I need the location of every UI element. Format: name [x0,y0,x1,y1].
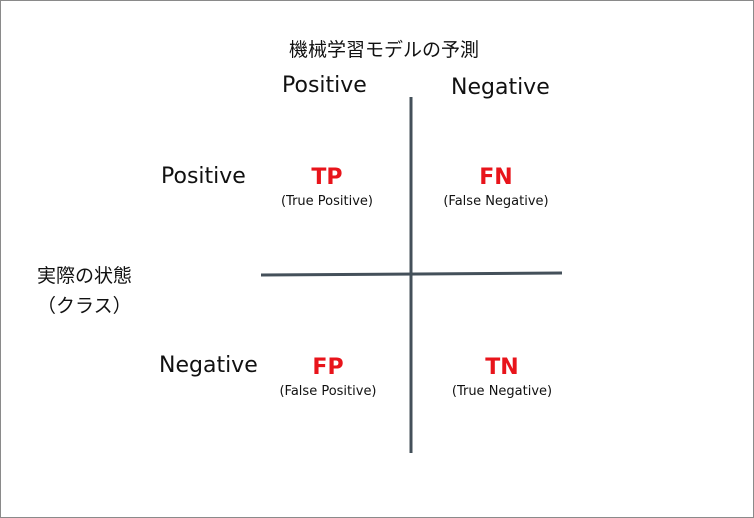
cell-true-negative: TN (True Negative) [422,355,582,401]
cell-tn-full: (True Negative) [451,384,553,399]
actual-negative-label: Negative [159,353,258,378]
cell-false-negative: FN (False Negative) [416,165,576,211]
diagram-title: 機械学習モデルの予測 [289,39,480,61]
cell-tn-abbr: TN [485,355,519,380]
cell-tp-full: (True Positive) [280,194,373,209]
predicted-negative-label: Negative [451,75,550,100]
horizontal-axis-line [260,271,563,277]
actual-state-label-line1: 実際の状態 [37,265,133,287]
cell-fn-full: (False Negative) [443,194,549,209]
cell-false-positive: FP (False Positive) [248,355,408,401]
actual-state-label: 実際の状態 （クラス） [37,261,132,321]
cell-fn-abbr: FN [479,165,513,190]
actual-positive-label: Positive [161,164,246,189]
cell-true-positive: TP (True Positive) [247,165,407,211]
actual-state-label-line2: （クラス） [37,295,132,317]
cell-fp-full: (False Positive) [279,384,377,399]
cell-tp-abbr: TP [311,165,343,190]
diagram-canvas: 機械学習モデルの予測 Positive Negative 実際の状態 （クラス）… [0,0,754,518]
predicted-positive-label: Positive [282,73,367,98]
quadrant-axes [260,97,563,453]
cell-fp-abbr: FP [312,355,344,380]
